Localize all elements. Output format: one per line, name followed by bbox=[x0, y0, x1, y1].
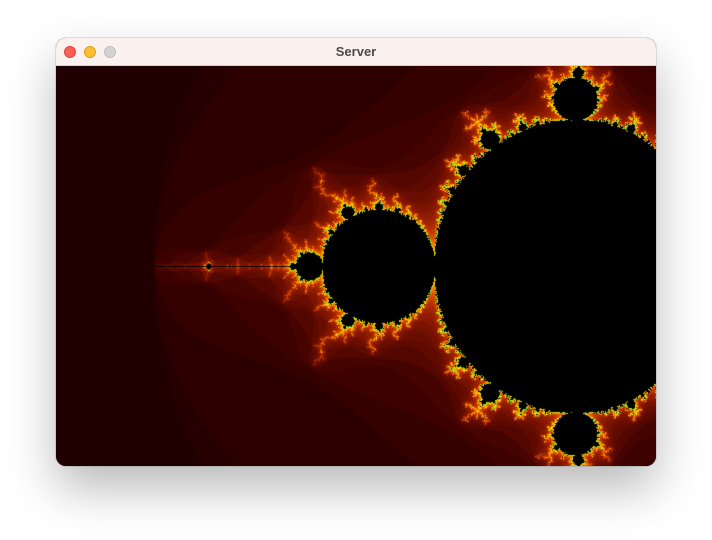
window-title: Server bbox=[335, 44, 377, 59]
app-window: Server bbox=[56, 38, 656, 466]
mandelbrot-canvas[interactable] bbox=[56, 66, 656, 466]
title-bar[interactable]: Server bbox=[56, 38, 656, 66]
